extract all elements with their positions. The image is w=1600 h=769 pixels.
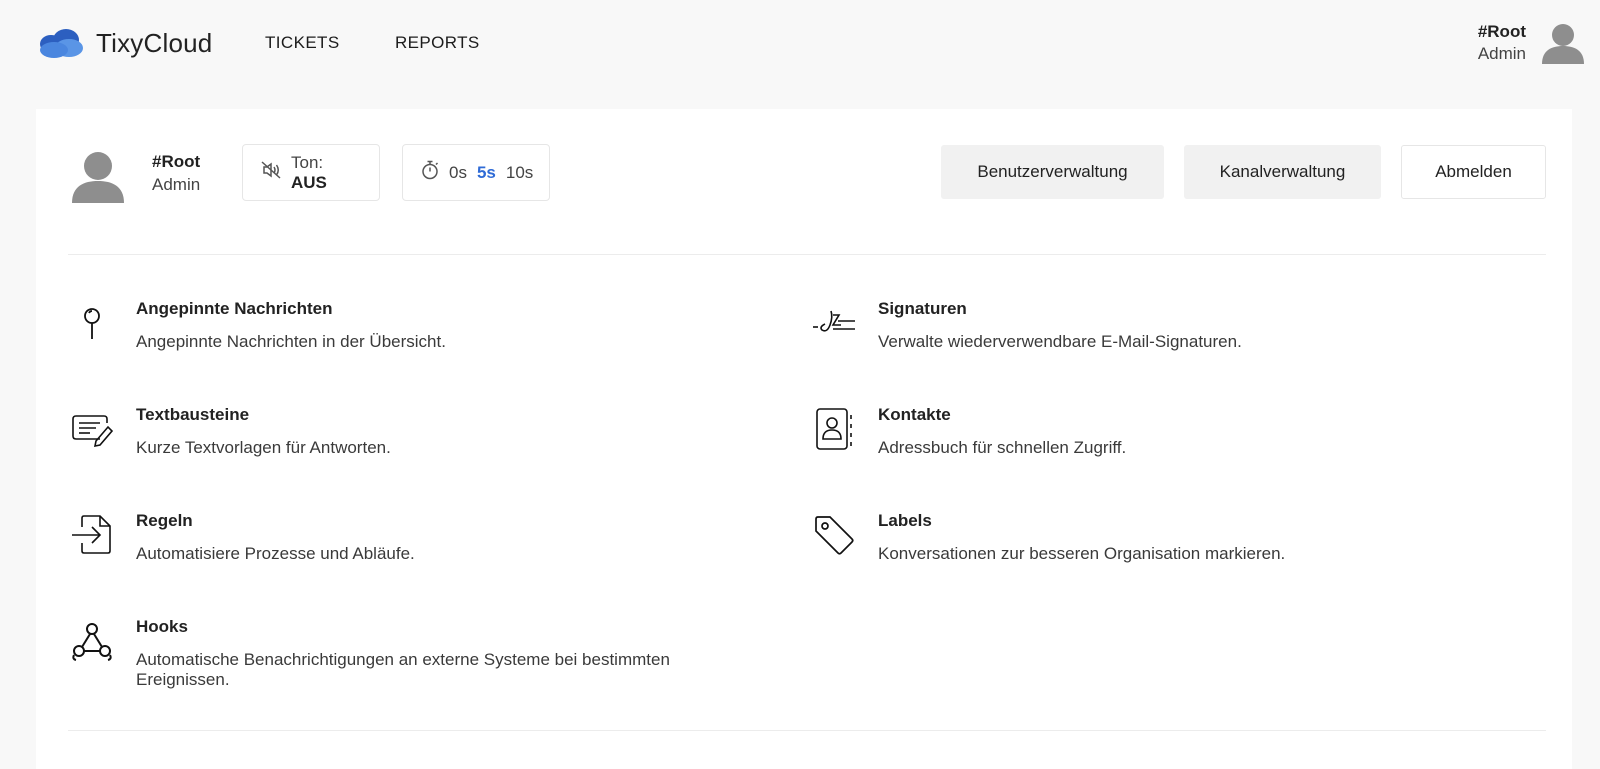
user-toolbar: #Root Admin Ton: AUS 0s 5s 10s Benutzerv… <box>36 109 1572 254</box>
feature-title: Signaturen <box>878 299 967 318</box>
feature-description: Konversationen zur besseren Organisation… <box>878 544 1286 563</box>
nav-reports[interactable]: REPORTS <box>395 33 480 53</box>
text-template-icon <box>68 405 116 453</box>
feature-description: Verwalte wiederverwendbare E-Mail-Signat… <box>878 332 1242 351</box>
divider <box>68 730 1546 731</box>
feature-rules[interactable]: Regeln Automatisiere Prozesse und Abläuf… <box>68 511 768 591</box>
brand-logo[interactable]: TixyCloud <box>36 26 212 60</box>
webhook-icon <box>68 617 116 665</box>
feature-title: Angepinnte Nachrichten <box>136 299 333 318</box>
divider <box>68 254 1546 255</box>
user-management-button[interactable]: Benutzerverwaltung <box>941 145 1164 199</box>
feature-description: Kurze Textvorlagen für Antworten. <box>136 438 391 457</box>
feature-hooks[interactable]: Hooks Automatische Benachrichtigungen an… <box>68 617 768 697</box>
refresh-option-5s[interactable]: 5s <box>477 163 496 183</box>
volume-off-icon <box>261 161 281 184</box>
top-navigation: TixyCloud TICKETS REPORTS #Root Admin <box>0 0 1600 86</box>
refresh-option-0s[interactable]: 0s <box>449 163 467 183</box>
nav-tickets[interactable]: TICKETS <box>265 33 340 53</box>
feature-title: Textbausteine <box>136 405 250 424</box>
current-user-name: #Root <box>152 152 201 171</box>
feature-title: Hooks <box>136 617 188 636</box>
settings-card: #Root Admin Ton: AUS 0s 5s 10s Benutzerv… <box>36 109 1572 769</box>
tag-icon <box>810 511 858 559</box>
feature-title: Kontakte <box>878 405 951 424</box>
feature-description: Automatisiere Prozesse und Abläufe. <box>136 544 415 563</box>
feature-description: Adressbuch für schnellen Zugriff. <box>878 438 1127 457</box>
feature-title: Regeln <box>136 511 193 530</box>
feature-pinned-messages[interactable]: Angepinnte Nachrichten Angepinnte Nachri… <box>68 299 768 379</box>
top-user-menu[interactable]: #Root Admin <box>1478 20 1586 66</box>
current-user: #Root Admin <box>152 150 200 196</box>
pin-icon <box>68 299 116 347</box>
signature-icon <box>810 299 858 347</box>
feature-signatures[interactable]: Signaturen Verwalte wiederverwendbare E-… <box>810 299 1510 379</box>
rules-icon <box>68 511 116 559</box>
feature-labels[interactable]: Labels Konversationen zur besseren Organ… <box>810 511 1510 591</box>
avatar <box>70 149 126 210</box>
top-user-role: Admin <box>1477 44 1526 63</box>
channel-management-button[interactable]: Kanalverwaltung <box>1184 145 1381 199</box>
contacts-icon <box>810 405 858 453</box>
feature-description: Automatische Benachrichtigungen an exter… <box>136 650 670 689</box>
user-avatar-icon[interactable] <box>1540 20 1586 66</box>
logout-button[interactable]: Abmelden <box>1401 145 1546 199</box>
refresh-option-10s[interactable]: 10s <box>506 163 533 183</box>
cloud-logo-icon <box>36 28 84 58</box>
app-name: TixyCloud <box>96 27 213 58</box>
sound-value: AUS <box>291 172 327 192</box>
top-user-name: #Root <box>1477 22 1526 41</box>
sound-label: Ton: <box>291 152 324 172</box>
current-user-role: Admin <box>152 175 201 194</box>
sound-toggle[interactable]: Ton: AUS <box>242 144 380 201</box>
stopwatch-icon <box>421 160 439 185</box>
feature-title: Labels <box>878 511 932 530</box>
feature-text-templates[interactable]: Textbausteine Kurze Textvorlagen für Ant… <box>68 405 768 485</box>
refresh-interval-selector: 0s 5s 10s <box>402 144 550 201</box>
feature-description: Angepinnte Nachrichten in der Übersicht. <box>136 332 446 351</box>
feature-contacts[interactable]: Kontakte Adressbuch für schnellen Zugrif… <box>810 405 1510 485</box>
